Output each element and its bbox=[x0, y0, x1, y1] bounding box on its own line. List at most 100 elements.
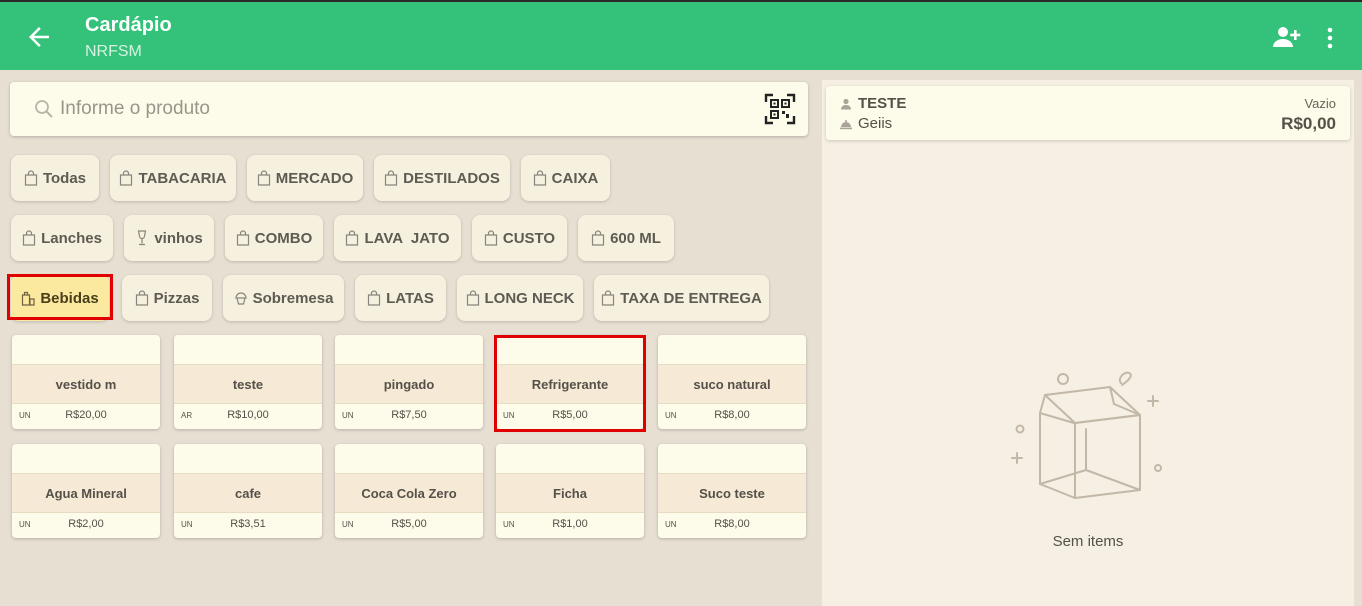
product-name: Refrigerante bbox=[496, 364, 644, 404]
category-label: TABACARIA bbox=[138, 169, 227, 187]
category-label: Lanches bbox=[41, 229, 102, 247]
category-chip-lanches[interactable]: Lanches bbox=[11, 215, 113, 261]
bag-icon bbox=[602, 290, 615, 306]
category-label: Todas bbox=[42, 169, 87, 187]
product-card[interactable]: Ficha UN R$1,00 bbox=[496, 444, 644, 538]
product-price: R$5,00 bbox=[552, 409, 588, 421]
category-chip-mercado[interactable]: MERCADO bbox=[247, 155, 363, 201]
product-name: Coca Cola Zero bbox=[335, 473, 483, 513]
category-chip-caixa[interactable]: CAIXA bbox=[521, 155, 610, 201]
page-subtitle: NRFSM bbox=[85, 43, 142, 60]
product-card[interactable]: cafe UN R$3,51 bbox=[174, 444, 322, 538]
category-label: LATAS bbox=[386, 289, 434, 307]
category-chip-combo[interactable]: COMBO bbox=[225, 215, 323, 261]
search-input[interactable] bbox=[60, 94, 740, 124]
category-chip-taxa-de-entrega[interactable]: TAXA DE ENTREGA bbox=[594, 275, 769, 321]
qr-scan-icon[interactable] bbox=[764, 93, 796, 125]
category-label: CUSTO bbox=[502, 229, 556, 247]
category-chip-600-ml[interactable]: 600 ML bbox=[578, 215, 674, 261]
product-name: pingado bbox=[335, 364, 483, 404]
bag-icon bbox=[257, 170, 270, 186]
product-card[interactable]: Suco teste UN R$8,00 bbox=[658, 444, 806, 538]
category-chip-custo[interactable]: CUSTO bbox=[472, 215, 567, 261]
product-card[interactable]: suco natural UN R$8,00 bbox=[658, 335, 806, 429]
order-table-row: Geiis bbox=[840, 115, 892, 132]
product-name: Suco teste bbox=[658, 473, 806, 513]
product-name: Agua Mineral bbox=[12, 473, 160, 513]
product-price: R$7,50 bbox=[391, 409, 427, 421]
product-card[interactable]: teste AR R$10,00 bbox=[174, 335, 322, 429]
product-price: R$8,00 bbox=[714, 409, 750, 421]
category-label: Sobremesa bbox=[252, 289, 334, 307]
order-customer-row: TESTE bbox=[840, 95, 906, 112]
category-label: MERCADO bbox=[275, 169, 354, 187]
product-card[interactable]: Coca Cola Zero UN R$5,00 bbox=[335, 444, 483, 538]
product-price: R$5,00 bbox=[391, 518, 427, 530]
product-price: R$8,00 bbox=[714, 518, 750, 530]
bag-icon bbox=[484, 230, 497, 246]
order-customer-name: TESTE bbox=[858, 95, 907, 112]
product-price: R$2,00 bbox=[68, 518, 104, 530]
bag-icon bbox=[236, 230, 249, 246]
product-card[interactable]: pingado UN R$7,50 bbox=[335, 335, 483, 429]
category-chip-destilados[interactable]: DESTILADOS bbox=[374, 155, 510, 201]
add-person-icon[interactable] bbox=[1271, 24, 1301, 50]
bag-icon bbox=[591, 230, 605, 246]
product-name: vestido m bbox=[12, 364, 160, 404]
category-label: LONG NECK bbox=[484, 289, 575, 307]
product-price: R$10,00 bbox=[227, 409, 269, 421]
serving-dish-icon bbox=[840, 119, 852, 129]
bag-icon bbox=[135, 290, 148, 306]
category-chip-long-neck[interactable]: LONG NECK bbox=[457, 275, 583, 321]
product-name: teste bbox=[174, 364, 322, 404]
category-label: DESTILADOS bbox=[403, 169, 500, 187]
bag-icon bbox=[346, 230, 359, 246]
more-vert-icon[interactable] bbox=[1318, 24, 1342, 52]
bag-icon bbox=[24, 170, 38, 186]
order-status: Vazio bbox=[1304, 96, 1336, 111]
product-price: R$1,00 bbox=[552, 518, 588, 530]
wine-glass-icon bbox=[138, 230, 147, 246]
order-summary-card[interactable]: TESTE Geiis Vazio R$0,00 bbox=[826, 86, 1350, 140]
person-icon bbox=[841, 98, 851, 109]
category-label: TAXA DE ENTREGA bbox=[620, 289, 762, 307]
arrow-back-icon[interactable] bbox=[24, 22, 54, 52]
category-chip-tabacaria[interactable]: TABACARIA bbox=[110, 155, 236, 201]
order-table-name: Geiis bbox=[858, 115, 893, 132]
bag-icon bbox=[368, 290, 381, 306]
category-chip-bebidas[interactable]: Bebidas bbox=[11, 275, 109, 321]
category-label: LAVA JATO bbox=[364, 229, 450, 247]
bag-icon bbox=[385, 170, 398, 186]
category-chip-todas[interactable]: Todas bbox=[11, 155, 99, 201]
category-chip-vinhos[interactable]: vinhos bbox=[124, 215, 214, 261]
category-chip-pizzas[interactable]: Pizzas bbox=[122, 275, 212, 321]
empty-box-icon bbox=[1011, 371, 1162, 499]
app-bar: Cardápio NRFSM bbox=[0, 0, 1362, 70]
category-chip-lava-jato[interactable]: LAVA JATO bbox=[334, 215, 461, 261]
order-panel bbox=[822, 80, 1354, 606]
drinks-icon bbox=[22, 291, 35, 306]
category-label: Bebidas bbox=[40, 289, 99, 307]
bag-icon bbox=[22, 230, 36, 246]
order-total: R$0,00 bbox=[1281, 114, 1336, 133]
category-label: 600 ML bbox=[610, 229, 661, 247]
bag-icon bbox=[120, 170, 133, 186]
product-name: Ficha bbox=[496, 473, 644, 513]
product-name: suco natural bbox=[658, 364, 806, 404]
page-title: Cardápio bbox=[85, 14, 172, 36]
product-price: R$3,51 bbox=[230, 518, 266, 530]
product-card[interactable]: vestido m UN R$20,00 bbox=[12, 335, 160, 429]
search-icon bbox=[35, 100, 53, 118]
product-price: R$20,00 bbox=[65, 409, 107, 421]
category-label: vinhos bbox=[154, 229, 203, 247]
category-chip-sobremesa[interactable]: Sobremesa bbox=[223, 275, 344, 321]
category-label: CAIXA bbox=[551, 169, 599, 187]
product-name: cafe bbox=[174, 473, 322, 513]
product-card[interactable]: Refrigerante UN R$5,00 bbox=[496, 335, 644, 429]
category-label: COMBO bbox=[254, 229, 313, 247]
search-bar bbox=[10, 82, 808, 136]
bag-icon bbox=[533, 170, 546, 186]
category-label: Pizzas bbox=[153, 289, 200, 307]
product-card[interactable]: Agua Mineral UN R$2,00 bbox=[12, 444, 160, 538]
category-chip-latas[interactable]: LATAS bbox=[355, 275, 446, 321]
